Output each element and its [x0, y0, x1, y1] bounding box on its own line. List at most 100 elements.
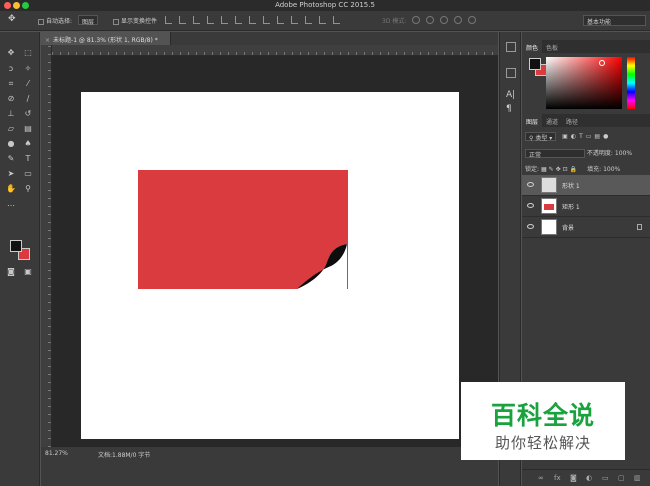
- foreground-color-swatch[interactable]: [10, 240, 22, 252]
- orbit-3d-icon: [412, 16, 420, 24]
- move-tool-icon[interactable]: ✥: [5, 48, 17, 58]
- tab-paths[interactable]: 路径: [562, 114, 582, 129]
- tab-strip: [171, 32, 498, 45]
- zoom-level[interactable]: 81.27%: [45, 450, 68, 457]
- align-controls[interactable]: [165, 16, 340, 26]
- roll-3d-icon: [426, 16, 434, 24]
- 3d-mode-controls[interactable]: [412, 16, 476, 24]
- close-document-icon[interactable]: ×: [45, 37, 50, 44]
- lasso-tool-icon[interactable]: ↄ: [5, 64, 17, 74]
- align-right-icon: [235, 16, 242, 24]
- lock-icon: [637, 224, 642, 230]
- align-hcenter-icon: [221, 16, 228, 24]
- layer-thumbnail: [541, 198, 557, 214]
- character-panel-icon[interactable]: A|: [506, 90, 516, 100]
- layer-row[interactable]: 背景: [522, 217, 650, 238]
- color-picker-field[interactable]: [546, 57, 622, 109]
- eraser-tool-icon[interactable]: ▱: [5, 124, 17, 134]
- visibility-eye-icon[interactable]: [527, 224, 534, 229]
- screen-mode-icon[interactable]: ▣: [22, 267, 34, 277]
- distribute-vcenter-icon: [263, 16, 270, 24]
- opacity-value[interactable]: 100%: [615, 150, 632, 157]
- dodge-tool-icon[interactable]: ♠: [22, 139, 34, 149]
- window-title: Adobe Photoshop CC 2015.5: [275, 1, 375, 9]
- clone-stamp-tool-icon[interactable]: ⊥: [5, 109, 17, 119]
- color-panel-foreground[interactable]: [529, 58, 541, 70]
- blend-mode-dropdown[interactable]: 正常: [525, 149, 585, 159]
- vertical-ruler[interactable]: [41, 45, 52, 447]
- options-bar: ✥ 自动选择: 图层 显示变换控件 3D 模式: 基本功能: [0, 11, 650, 31]
- link-layers-icon[interactable]: ∞: [538, 474, 544, 482]
- healing-brush-tool-icon[interactable]: ⊘: [5, 94, 17, 104]
- crop-tool-icon[interactable]: ⌗: [5, 79, 17, 89]
- history-brush-tool-icon[interactable]: ↺: [22, 109, 34, 119]
- trash-icon[interactable]: ▥: [634, 474, 641, 482]
- zoom-tool-icon[interactable]: ⚲: [22, 184, 34, 194]
- auto-select-dropdown[interactable]: 图层: [78, 15, 99, 26]
- lock-options-icons[interactable]: ▦✎✥⊡🔒: [541, 166, 579, 173]
- scale-3d-icon: [468, 16, 476, 24]
- auto-select-checkbox[interactable]: 自动选择:: [38, 16, 72, 25]
- distribute-hcenter-icon: [305, 16, 312, 24]
- tab-channels[interactable]: 通道: [542, 114, 562, 129]
- distribute-bottom-icon: [277, 16, 284, 24]
- tab-swatches[interactable]: 色板: [542, 40, 562, 55]
- color-panel-tabs: 颜色 色板: [522, 40, 650, 55]
- document-tab[interactable]: × 未标题-1 @ 81.3% (形状 1, RGB/8) *: [41, 32, 171, 45]
- tab-layers[interactable]: 图层: [522, 114, 543, 129]
- gradient-tool-icon[interactable]: ▤: [22, 124, 34, 134]
- more-tools-icon[interactable]: …: [5, 199, 17, 209]
- marquee-tool-icon[interactable]: ⬚: [22, 48, 34, 58]
- fill-label: 填充:: [587, 166, 602, 173]
- watermark: 百科全说 助你轻松解决: [461, 382, 625, 460]
- fill-value[interactable]: 100%: [603, 166, 620, 173]
- brush-tool-icon[interactable]: ∕: [22, 94, 34, 104]
- lock-label: 锁定:: [525, 166, 540, 173]
- layer-filter-icons[interactable]: ▣◐T▭▤●: [562, 133, 611, 140]
- color-picker-marker[interactable]: [599, 60, 605, 66]
- status-bar: 81.27% 文档:1.88M/0 字节: [41, 447, 498, 486]
- visibility-eye-icon[interactable]: [527, 182, 534, 187]
- layer-filter-dropdown[interactable]: ⚲ 类型 ▾: [525, 132, 557, 142]
- workspace-dropdown[interactable]: 基本功能: [583, 15, 646, 26]
- pen-tool-icon[interactable]: ✎: [5, 154, 17, 164]
- quick-mask-icon[interactable]: ◙: [5, 267, 17, 277]
- eyedropper-tool-icon[interactable]: ⁄: [22, 79, 34, 89]
- rectangle-tool-icon[interactable]: ▭: [22, 169, 34, 179]
- layers-panel-footer: ∞ fx ◙ ◐ ▭ ▢ ▥: [522, 469, 650, 486]
- canvas-area[interactable]: [52, 56, 498, 447]
- document-info[interactable]: 文档:1.88M/0 字节: [98, 450, 150, 459]
- layer-name: 背景: [562, 225, 575, 232]
- hand-tool-icon[interactable]: ✋: [5, 184, 17, 194]
- layer-row[interactable]: 矩形 1: [522, 196, 650, 217]
- lock-fill-row: 锁定: ▦✎✥⊡🔒 填充: 100%: [525, 164, 647, 174]
- adjustment-layer-icon[interactable]: ◐: [586, 474, 592, 482]
- add-mask-icon[interactable]: ◙: [570, 474, 577, 482]
- layer-name: 矩形 1: [562, 204, 580, 211]
- auto-select-label: 自动选择:: [46, 18, 73, 25]
- move-tool-icon[interactable]: ✥: [8, 14, 16, 24]
- tab-color[interactable]: 颜色: [522, 40, 543, 55]
- document-canvas[interactable]: [81, 92, 459, 439]
- horizontal-ruler[interactable]: [52, 45, 498, 56]
- path-selection-tool-icon[interactable]: ➤: [5, 169, 17, 179]
- magic-wand-tool-icon[interactable]: ✧: [22, 64, 34, 74]
- new-layer-icon[interactable]: ▢: [618, 474, 625, 482]
- align-top-icon: [165, 16, 172, 24]
- align-bottom-icon: [193, 16, 200, 24]
- layer-row[interactable]: 形状 1: [522, 175, 650, 196]
- watermark-title: 百科全说: [490, 401, 595, 430]
- mode-3d-label: 3D 模式:: [382, 18, 407, 25]
- paragraph-panel-icon[interactable]: ¶: [506, 104, 516, 114]
- page-curl-shape[interactable]: [291, 236, 347, 289]
- hue-slider[interactable]: [627, 57, 635, 109]
- new-group-icon[interactable]: ▭: [602, 474, 609, 482]
- properties-panel-icon[interactable]: [506, 68, 516, 78]
- show-transform-checkbox[interactable]: 显示变换控件: [113, 16, 157, 25]
- visibility-eye-icon[interactable]: [527, 203, 534, 208]
- layer-style-button[interactable]: fx: [554, 474, 561, 482]
- history-panel-icon[interactable]: [506, 42, 516, 52]
- layer-thumbnail: [541, 219, 557, 235]
- blur-tool-icon[interactable]: ●: [5, 139, 17, 149]
- type-tool-icon[interactable]: T: [22, 154, 34, 164]
